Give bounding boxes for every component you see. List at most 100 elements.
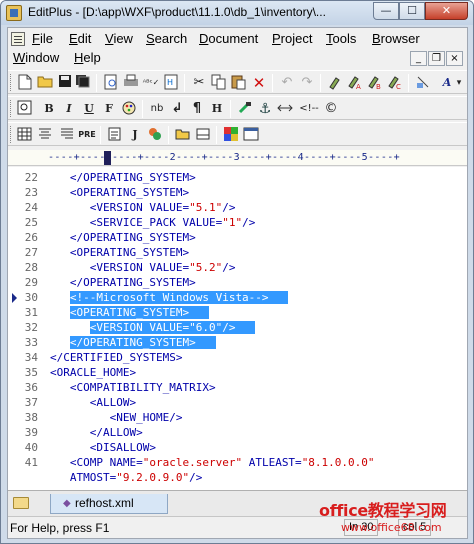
close-button[interactable]: ✕ xyxy=(425,2,468,20)
code-line[interactable]: 27 <OPERATING_SYSTEM> xyxy=(8,245,467,260)
menu-window[interactable]: Window xyxy=(11,50,61,65)
mdi-minimize-button[interactable]: _ xyxy=(410,51,427,66)
color-icon[interactable] xyxy=(222,126,240,144)
new-file-icon[interactable] xyxy=(16,74,34,92)
delete-icon[interactable]: ✕ xyxy=(250,74,268,92)
redo-icon[interactable]: ↷ xyxy=(298,74,316,92)
menu-file[interactable]: File xyxy=(30,31,55,46)
html-preview-icon[interactable]: H xyxy=(162,74,180,92)
copyright-icon[interactable]: © xyxy=(322,100,340,118)
open-icon[interactable] xyxy=(36,74,54,92)
comment-icon[interactable]: <!-- xyxy=(298,100,320,118)
menu-document[interactable]: Document xyxy=(197,31,260,46)
code-line[interactable]: 29 </OPERATING_SYSTEM> xyxy=(8,275,467,290)
underline-icon[interactable]: U xyxy=(80,100,98,118)
code-line[interactable]: 34 </CERTIFIED_SYSTEMS> xyxy=(8,350,467,365)
script-icon[interactable] xyxy=(146,126,164,144)
header-icon[interactable]: H xyxy=(208,100,226,118)
bold-icon[interactable]: B xyxy=(40,100,58,118)
window-list-icon[interactable] xyxy=(242,126,260,144)
code-line[interactable]: 24 <VERSION VALUE="5.1"/> xyxy=(8,200,467,215)
code-text: </OPERATING_SYSTEM> xyxy=(69,231,196,244)
code-text: </CERTIFIED_SYSTEMS> xyxy=(50,351,183,364)
menu-search[interactable]: Search xyxy=(144,31,189,46)
html-toolbar: B I U F nb ↲ ¶ H ⚓ <!-- © xyxy=(8,96,467,120)
cliptext-icon[interactable] xyxy=(106,126,124,144)
paste-icon[interactable] xyxy=(230,74,248,92)
toolbar-separator xyxy=(168,126,169,144)
code-line[interactable]: 33 </OPERATING_SYSTEM> xyxy=(8,335,467,350)
code-line[interactable]: 22 </OPERATING_SYSTEM> xyxy=(8,170,467,185)
pre-icon[interactable]: PRE xyxy=(78,126,96,144)
copy-icon[interactable] xyxy=(210,74,228,92)
toolbar-grip[interactable] xyxy=(10,126,13,143)
align-center-icon[interactable] xyxy=(36,126,54,144)
code-line[interactable]: 26 </OPERATING_SYSTEM> xyxy=(8,230,467,245)
replace-icon[interactable]: A xyxy=(346,74,364,92)
code-line[interactable]: 41 <COMP NAME="oracle.server" ATLEAST="8… xyxy=(8,455,467,470)
align-right-icon[interactable] xyxy=(58,126,76,144)
svg-text:C: C xyxy=(396,83,401,90)
code-editor[interactable]: 22 </OPERATING_SYSTEM> 23 <OPERATING_SYST… xyxy=(8,167,467,490)
tab-refhost-xml[interactable]: ◆ refhost.xml xyxy=(50,494,168,514)
code-line[interactable]: 32 <VERSION VALUE="6.0"/> xyxy=(8,320,467,335)
horizontal-rule-icon[interactable] xyxy=(276,100,294,118)
find-icon[interactable] xyxy=(326,74,344,92)
font-tag-icon[interactable]: F xyxy=(100,100,118,118)
app-icon[interactable] xyxy=(6,5,22,21)
code-line[interactable]: 36 <COMPATIBILITY_MATRIX> xyxy=(8,380,467,395)
undo-icon[interactable]: ↶ xyxy=(278,74,296,92)
code-line[interactable]: 28 <VERSION VALUE="5.2"/> xyxy=(8,260,467,275)
toolbar-grip[interactable] xyxy=(10,74,13,91)
quick-html-icon[interactable] xyxy=(16,100,34,118)
save-icon[interactable] xyxy=(56,74,74,92)
mdi-close-button[interactable]: × xyxy=(446,51,463,66)
table-icon[interactable] xyxy=(16,126,34,144)
menu-edit[interactable]: Edit xyxy=(67,31,93,46)
menu-project[interactable]: Project xyxy=(270,31,314,46)
replace-all-icon[interactable]: B xyxy=(366,74,384,92)
br-icon[interactable]: ↲ xyxy=(168,100,186,118)
java-icon[interactable]: J xyxy=(126,126,144,144)
color-picker-icon[interactable] xyxy=(120,100,138,118)
find-next-icon[interactable]: C xyxy=(386,74,404,92)
print-icon[interactable] xyxy=(122,74,140,92)
code-line[interactable]: 31 <OPERATING_SYSTEM> xyxy=(8,305,467,320)
code-line[interactable]: 30 <!--Microsoft Windows Vista--> xyxy=(8,290,467,305)
spell-check-icon[interactable]: ᴬᴮᶜ✓ xyxy=(142,74,160,92)
code-line[interactable]: 39 </ALLOW> xyxy=(8,425,467,440)
print-preview-icon[interactable] xyxy=(102,74,120,92)
minimize-button[interactable]: — xyxy=(373,2,399,20)
anchor-icon[interactable]: ⚓ xyxy=(256,100,274,118)
toggle-directory-icon[interactable] xyxy=(174,126,192,144)
document-menu-icon[interactable] xyxy=(11,32,25,46)
save-all-icon[interactable] xyxy=(74,74,92,92)
menu-help[interactable]: Help xyxy=(72,50,103,65)
code-line[interactable]: 37 <ALLOW> xyxy=(8,395,467,410)
folder-icon[interactable] xyxy=(13,497,29,509)
code-line[interactable]: 40 <DISALLOW> xyxy=(8,440,467,455)
line-number: 34 xyxy=(24,351,38,364)
title-bar[interactable]: EditPlus - [D:\app\WXF\product\11.1.0\db… xyxy=(1,1,473,25)
toolbar-grip[interactable] xyxy=(10,100,13,117)
menu-browser[interactable]: Browser xyxy=(370,31,422,46)
code-line[interactable]: ATMOST="9.2.0.9.0"/> xyxy=(8,470,467,485)
svg-text:H: H xyxy=(167,78,173,87)
toggle-output-icon[interactable] xyxy=(194,126,212,144)
toolbar-overflow-icon[interactable]: ▾ xyxy=(454,74,464,92)
italic-icon[interactable]: I xyxy=(60,100,78,118)
paragraph-icon[interactable]: ¶ xyxy=(188,100,206,118)
code-line[interactable]: 23 <OPERATING_SYSTEM> xyxy=(8,185,467,200)
menu-view[interactable]: View xyxy=(103,31,135,46)
maximize-button[interactable]: ☐ xyxy=(399,2,425,20)
match-brace-icon[interactable] xyxy=(414,74,432,92)
menu-tools[interactable]: Tools xyxy=(324,31,358,46)
code-line[interactable]: 38 <NEW_HOME/> xyxy=(8,410,467,425)
cut-icon[interactable]: ✂ xyxy=(190,74,208,92)
mdi-restore-button[interactable]: ❐ xyxy=(428,51,445,66)
code-line[interactable]: 25 <SERVICE_PACK VALUE="1"/> xyxy=(8,215,467,230)
link-icon[interactable] xyxy=(236,100,254,118)
code-text: ATMOST="9.2.0.9.0"/> xyxy=(69,471,203,484)
nbsp-icon[interactable]: nb xyxy=(148,100,166,118)
code-line[interactable]: 35 <ORACLE_HOME> xyxy=(8,365,467,380)
